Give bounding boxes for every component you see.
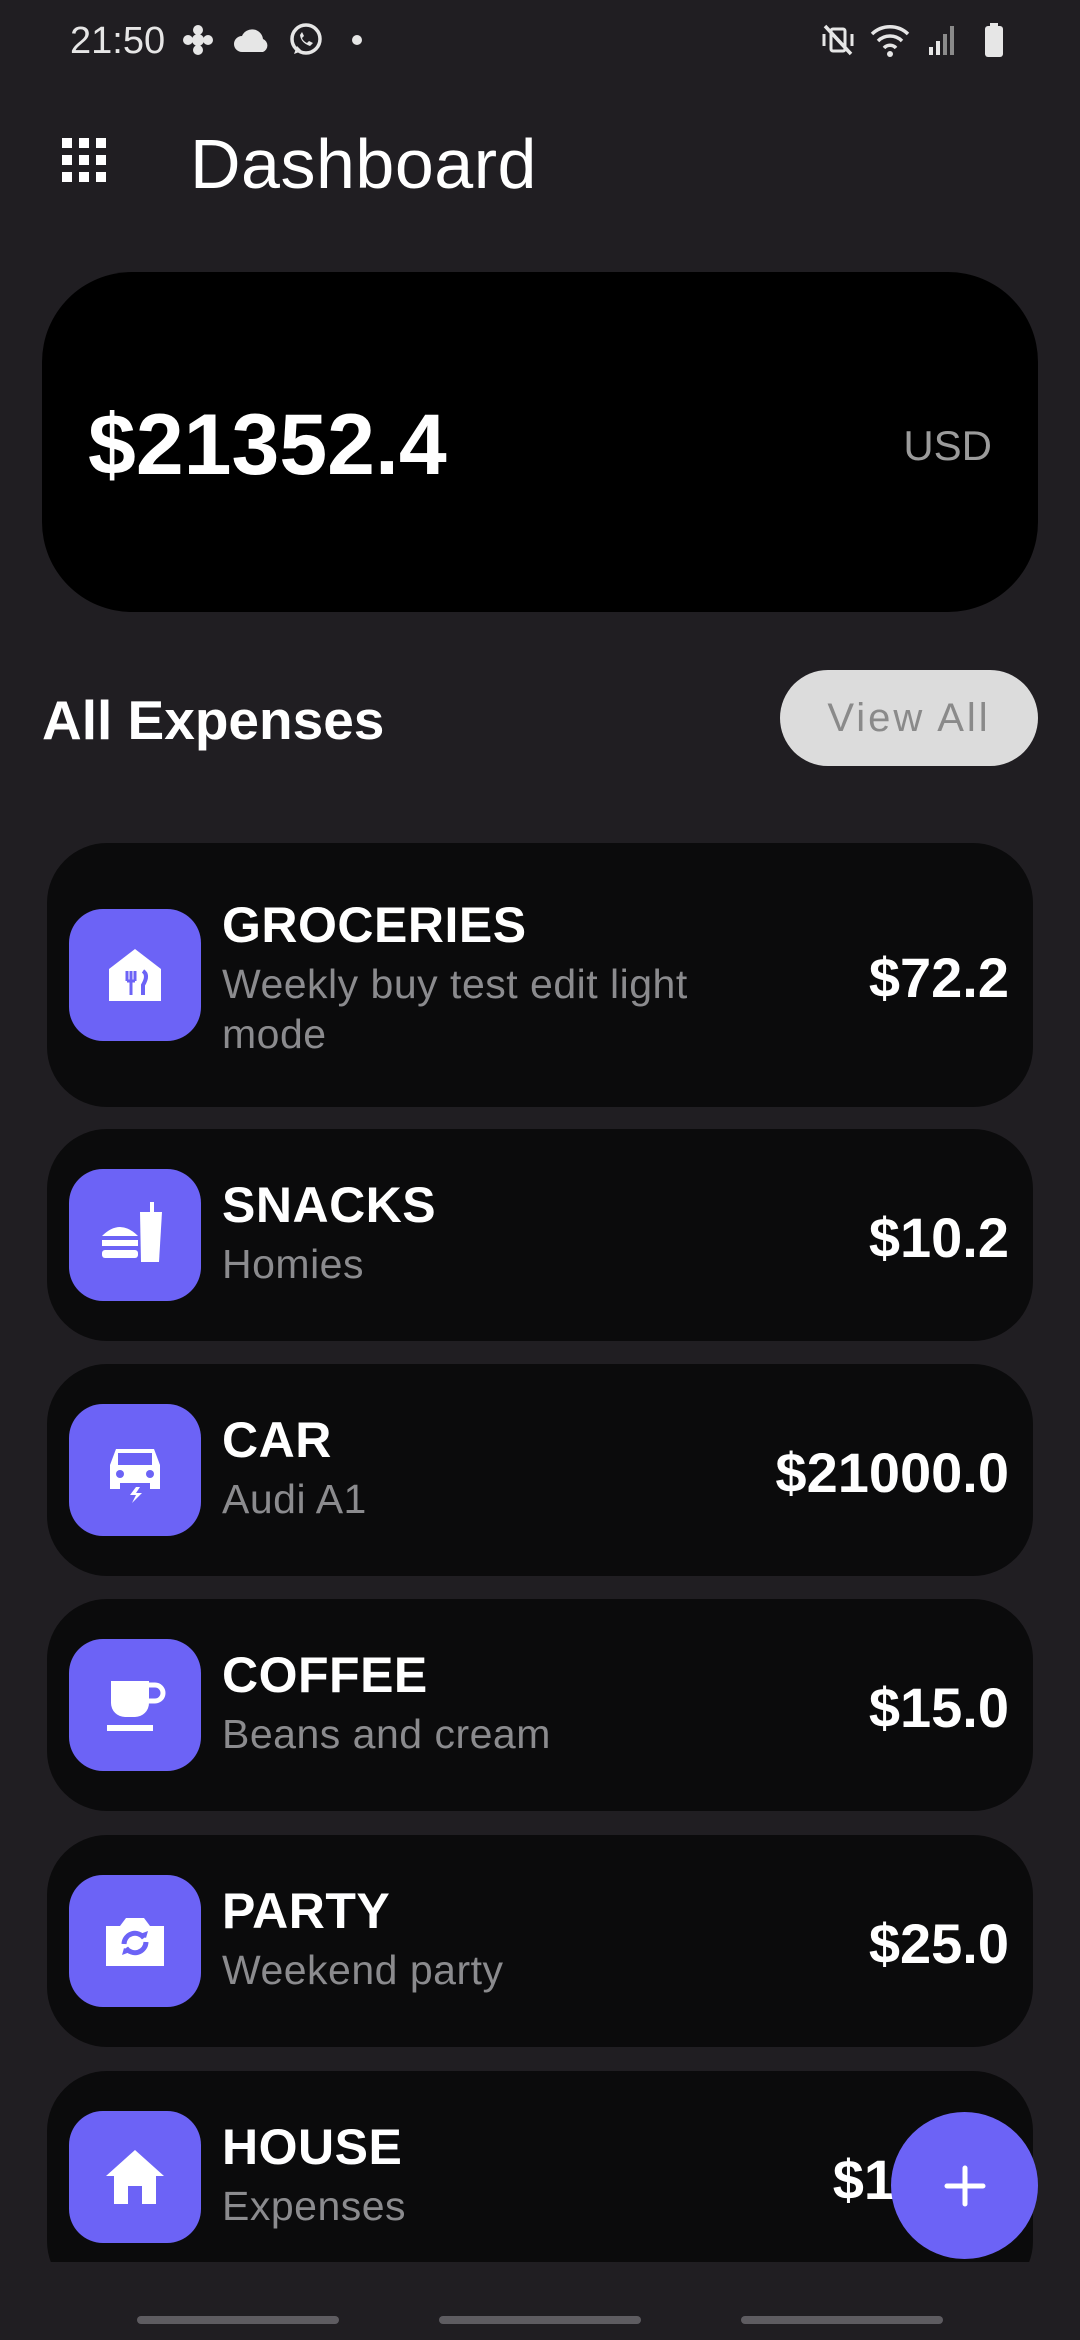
status-bar: 21:50 xyxy=(0,0,1080,84)
page-title: Dashboard xyxy=(190,125,537,203)
expense-amount: $25.0 xyxy=(868,1912,1009,1975)
cloud-icon xyxy=(232,20,272,60)
expense-card-snacks[interactable]: SNACKS Homies $10.2 xyxy=(47,1129,1033,1341)
system-icons xyxy=(818,20,1014,60)
dashboard-screen: 21:50 Dashboard $21352.4 USD All Expense… xyxy=(0,0,1080,2340)
system-navigation-bar xyxy=(0,2262,1080,2340)
expense-card-groceries[interactable]: GROCERIES Weekly buy test edit light mod… xyxy=(47,843,1033,1107)
electric-car-icon xyxy=(69,1404,201,1536)
plus-icon xyxy=(944,2165,985,2206)
wifi-icon xyxy=(870,20,910,60)
expense-card-coffee[interactable]: COFFEE Beans and cream $15.0 xyxy=(47,1599,1033,1811)
expense-amount: $72.2 xyxy=(868,946,1009,1009)
mute-vibrate-icon xyxy=(818,20,858,60)
expense-amount: $21000.0 xyxy=(775,1441,1009,1504)
status-time: 21:50 xyxy=(70,20,166,62)
battery-icon xyxy=(974,20,1014,60)
fastfood-icon xyxy=(69,1169,201,1301)
expense-description: Audi A1 xyxy=(222,1476,367,1522)
expense-amount: $1 xyxy=(832,2148,895,2211)
expense-description: Beans and cream xyxy=(222,1711,551,1757)
add-expense-button[interactable] xyxy=(891,2112,1038,2259)
expense-card-party[interactable]: PARTY Weekend party $25.0 xyxy=(47,1835,1033,2047)
expense-amount: $15.0 xyxy=(868,1676,1009,1739)
house-icon xyxy=(69,2111,201,2243)
whatsapp-icon xyxy=(286,20,326,60)
back-nav-button[interactable] xyxy=(741,2316,943,2324)
expense-description: Expenses xyxy=(222,2183,407,2229)
balance-currency: USD xyxy=(903,422,992,469)
expense-name: COFFEE xyxy=(222,1647,428,1703)
camera-icon xyxy=(69,1875,201,2007)
expense-card-house[interactable]: HOUSE Expenses $1 xyxy=(47,2071,1033,2263)
app-header: Dashboard xyxy=(0,110,1080,210)
dot-icon xyxy=(352,35,362,45)
recents-nav-button[interactable] xyxy=(137,2316,339,2324)
expense-description: Homies xyxy=(222,1241,364,1287)
notification-icons xyxy=(178,20,362,60)
signal-icon xyxy=(922,20,962,60)
balance-card: $21352.4 USD xyxy=(42,272,1038,612)
expense-card-car[interactable]: CAR Audi A1 $21000.0 xyxy=(47,1364,1033,1576)
expense-list: GROCERIES Weekly buy test edit light mod… xyxy=(0,843,1080,2263)
flower-notification-icon xyxy=(178,20,218,60)
expense-name: CAR xyxy=(222,1412,332,1468)
expense-description: Weekend party xyxy=(222,1947,504,1993)
home-nav-button[interactable] xyxy=(439,2316,641,2324)
balance-amount: $21352.4 xyxy=(88,397,447,493)
grid-menu-icon[interactable] xyxy=(58,134,110,186)
expense-name: SNACKS xyxy=(222,1177,437,1233)
coffee-icon xyxy=(69,1639,201,1771)
view-all-button[interactable]: View All xyxy=(780,670,1038,766)
expense-name: HOUSE xyxy=(222,2119,403,2175)
expense-description: Weekly buy test edit light mode xyxy=(222,961,688,1057)
expense-amount: $10.2 xyxy=(868,1206,1009,1269)
expense-name: PARTY xyxy=(222,1883,391,1939)
storefront-icon xyxy=(69,909,201,1041)
expense-name: GROCERIES xyxy=(222,897,527,953)
section-title: All Expenses xyxy=(42,689,385,751)
